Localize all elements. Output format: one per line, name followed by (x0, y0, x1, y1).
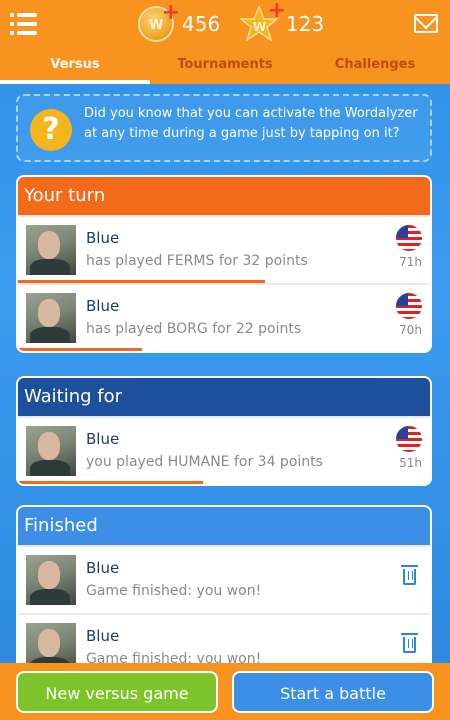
us-flag-icon (396, 225, 422, 251)
time-remaining: 70h (399, 323, 422, 337)
us-flag-icon (396, 426, 422, 452)
player-name: Blue (86, 430, 120, 448)
game-row[interactable]: Blue has played FERMS for 32 points 71h (18, 215, 430, 283)
game-status: Game finished: you won! (86, 583, 262, 599)
game-row[interactable]: Blue you played HUMANE for 34 points 51h (18, 416, 430, 484)
your-turn-section: Your turn Blue has played FERMS for 32 p… (16, 175, 432, 353)
game-row[interactable]: Blue Game finished: you won! (18, 545, 430, 613)
finished-section: Finished Blue Game finished: you won! Bl… (16, 505, 432, 683)
section-title: Your turn (18, 177, 430, 215)
trash-icon[interactable] (401, 633, 418, 653)
menu-icon[interactable] (10, 13, 37, 35)
coins-value: 456 (182, 12, 221, 36)
trash-icon[interactable] (401, 565, 418, 585)
top-bar: W + 456 W + 123 (0, 0, 450, 50)
game-status: you played HUMANE for 34 points (86, 454, 323, 470)
tip-box[interactable]: ? Did you know that you can activate the… (16, 94, 432, 162)
coins-counter[interactable]: W + 456 (138, 2, 221, 42)
turn-progress-bar (18, 348, 142, 351)
tab-versus[interactable]: Versus (0, 50, 150, 84)
game-status: has played FERMS for 32 points (86, 253, 308, 269)
new-versus-game-button[interactable]: New versus game (16, 671, 218, 713)
coin-icon: W + (138, 2, 180, 42)
tab-tournaments[interactable]: Tournaments (150, 50, 300, 84)
game-status: has played BORG for 22 points (86, 321, 302, 337)
start-battle-button[interactable]: Start a battle (232, 671, 434, 713)
turn-progress-bar (18, 481, 204, 484)
stars-value: 123 (286, 12, 325, 36)
section-title: Waiting for (18, 378, 430, 416)
time-remaining: 71h (399, 255, 422, 269)
time-remaining: 51h (399, 456, 422, 470)
avatar (26, 293, 76, 343)
mail-icon[interactable] (414, 14, 438, 33)
game-row[interactable]: Blue has played BORG for 22 points 70h (18, 283, 430, 351)
tip-text: Did you know that you can activate the W… (84, 106, 418, 141)
section-title: Finished (18, 507, 430, 545)
avatar (26, 225, 76, 275)
player-name: Blue (86, 229, 120, 247)
player-name: Blue (86, 297, 120, 315)
tab-challenges[interactable]: Challenges (300, 50, 450, 84)
waiting-for-section: Waiting for Blue you played HUMANE for 3… (16, 376, 432, 486)
stars-counter[interactable]: W + 123 (240, 0, 325, 42)
us-flag-icon (396, 293, 422, 319)
player-name: Blue (86, 627, 120, 645)
avatar (26, 426, 76, 476)
tab-bar: Versus Tournaments Challenges (0, 50, 450, 84)
question-icon: ? (30, 109, 72, 151)
player-name: Blue (86, 559, 120, 577)
star-icon: W + (240, 0, 286, 42)
avatar (26, 555, 76, 605)
bottom-bar: New versus game Start a battle (0, 663, 450, 720)
